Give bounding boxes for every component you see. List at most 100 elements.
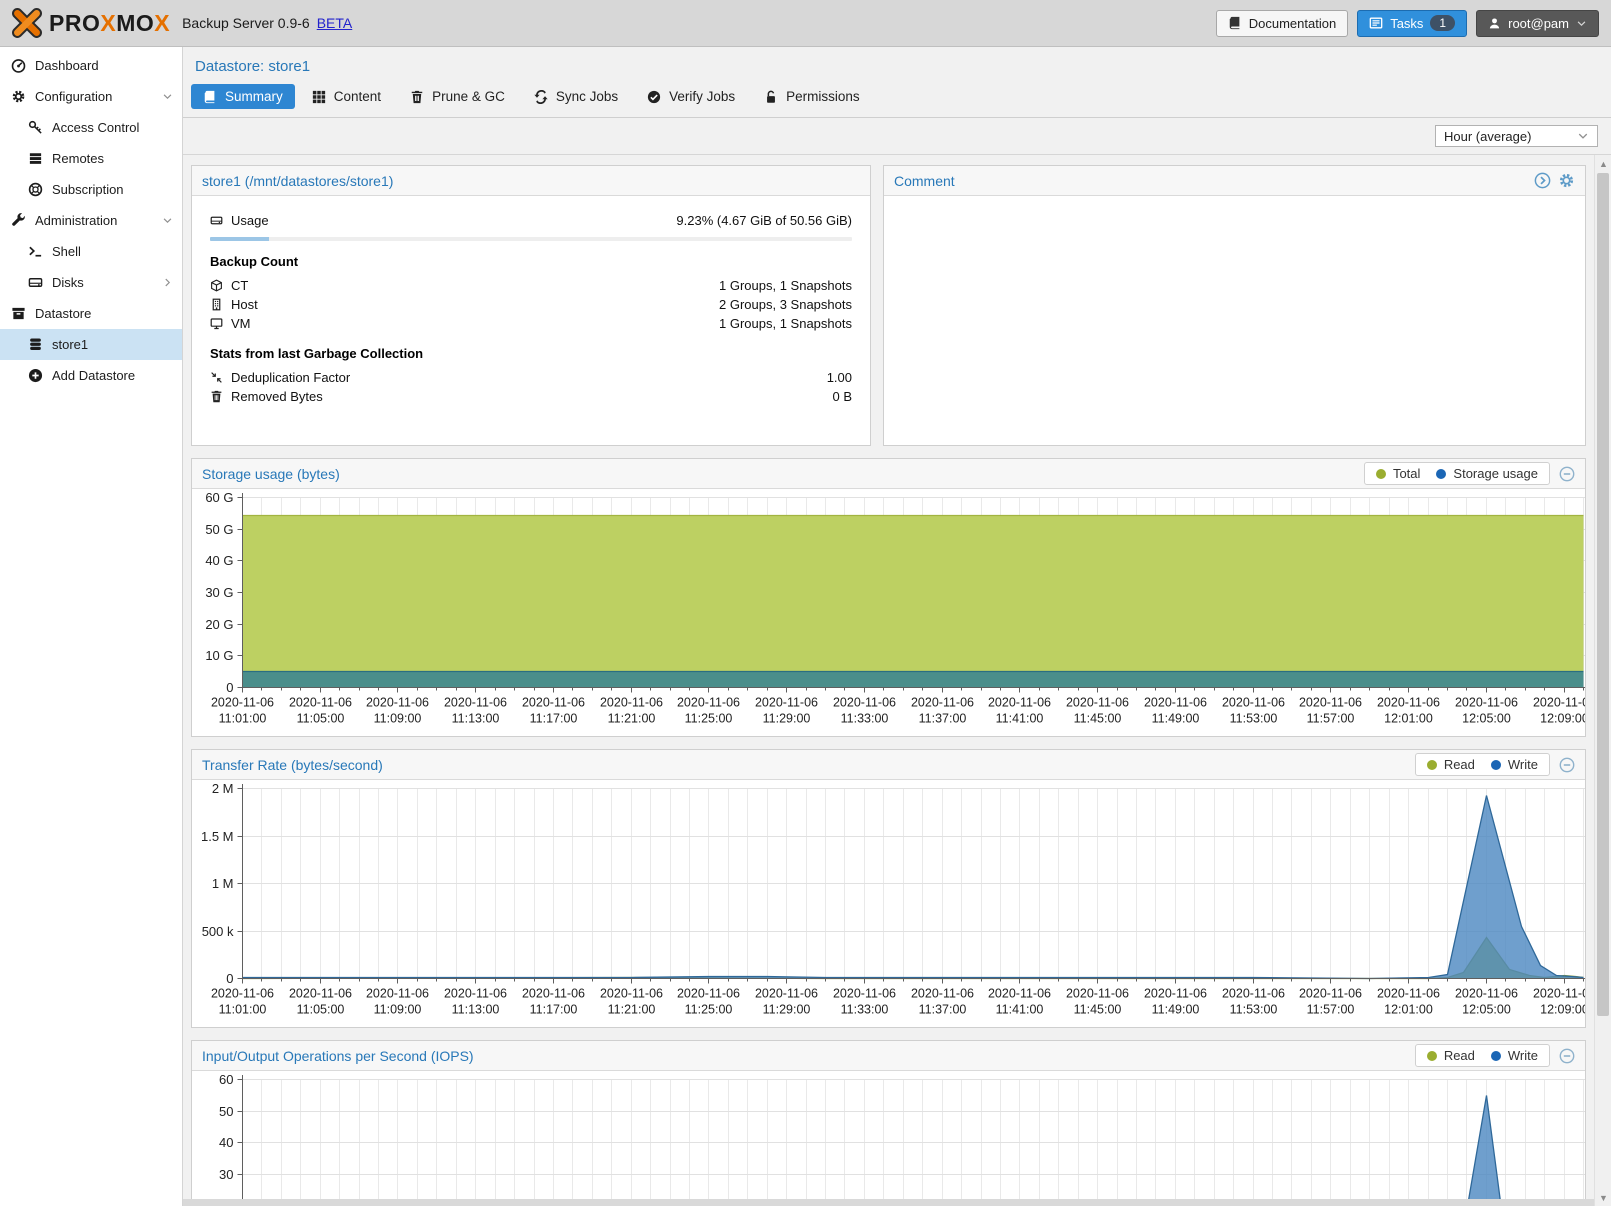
usage-progress-fill xyxy=(210,237,269,241)
legend-label: Write xyxy=(1508,1048,1538,1063)
chevron-down-icon xyxy=(1577,130,1589,142)
sidebar-item-store1[interactable]: store1 xyxy=(0,329,182,360)
stat-row-host: Host2 Groups, 3 Snapshots xyxy=(210,295,852,314)
legend-dot xyxy=(1376,469,1386,479)
circle-chevron-right-icon[interactable] xyxy=(1534,172,1551,189)
compress-icon xyxy=(210,371,223,384)
circle-minus-icon[interactable] xyxy=(1559,466,1575,482)
vertical-scrollbar[interactable]: ▲ ▼ xyxy=(1594,155,1611,1206)
legend-write[interactable]: Write xyxy=(1491,757,1538,772)
scroll-up-arrow[interactable]: ▲ xyxy=(1595,155,1611,172)
svg-text:2020-11-06: 2020-11-06 xyxy=(1299,696,1362,710)
storage-usage-chart-body: 010 G20 G30 G40 G50 G60 G2020-11-0611:01… xyxy=(192,489,1585,736)
transfer-rate-panel: Transfer Rate (bytes/second)ReadWrite050… xyxy=(191,749,1586,1028)
sync-icon xyxy=(534,90,548,104)
chevron-right-icon[interactable] xyxy=(162,277,173,288)
user-menu-button[interactable]: root@pam xyxy=(1476,10,1599,37)
tab-summary[interactable]: Summary xyxy=(191,84,295,109)
sidebar-item-subscription[interactable]: Subscription xyxy=(0,174,182,205)
sidebar-item-label: Administration xyxy=(35,213,117,228)
svg-text:40 G: 40 G xyxy=(205,553,233,568)
gc-stats-heading: Stats from last Garbage Collection xyxy=(210,346,852,361)
svg-text:2020-11-06: 2020-11-06 xyxy=(366,987,429,1001)
time-range-select[interactable]: Hour (average) xyxy=(1435,125,1598,147)
circle-minus-icon[interactable] xyxy=(1559,1048,1575,1064)
tab-content[interactable]: Content xyxy=(300,84,393,109)
gear-icon[interactable] xyxy=(1558,172,1575,189)
tab-prune-gc[interactable]: Prune & GC xyxy=(398,84,517,109)
svg-text:30: 30 xyxy=(219,1167,233,1182)
stat-row-vm: VM1 Groups, 1 Snapshots xyxy=(210,314,852,333)
iops-title: Input/Output Operations per Second (IOPS… xyxy=(202,1048,474,1064)
svg-text:0: 0 xyxy=(226,971,233,986)
svg-text:11:37:00: 11:37:00 xyxy=(919,712,967,726)
svg-text:11:29:00: 11:29:00 xyxy=(763,712,811,726)
sidebar-item-add-datastore[interactable]: Add Datastore xyxy=(0,360,182,391)
usage-label: Usage xyxy=(231,213,269,228)
trash-icon xyxy=(410,90,424,104)
transfer-rate-header: Transfer Rate (bytes/second)ReadWrite xyxy=(192,750,1585,780)
sidebar-item-label: Access Control xyxy=(52,120,139,135)
sidebar-item-label: Add Datastore xyxy=(52,368,135,383)
chevron-down-icon[interactable] xyxy=(162,215,173,226)
sidebar-item-configuration[interactable]: Configuration xyxy=(0,81,182,112)
tasks-button[interactable]: Tasks 1 xyxy=(1357,10,1467,37)
legend-write[interactable]: Write xyxy=(1491,1048,1538,1063)
disks-icon xyxy=(28,275,43,290)
horizontal-scrollbar[interactable] xyxy=(183,1199,1594,1206)
svg-text:2020-11-06: 2020-11-06 xyxy=(289,696,352,710)
sidebar-item-access-control[interactable]: Access Control xyxy=(0,112,182,143)
sidebar-item-administration[interactable]: Administration xyxy=(0,205,182,236)
stat-label: Host xyxy=(231,297,258,312)
svg-text:11:41:00: 11:41:00 xyxy=(996,712,1044,726)
comment-content[interactable] xyxy=(884,196,1585,445)
main-area: Datastore: store1 SummaryContentPrune & … xyxy=(183,47,1611,1206)
scrollbar-thumb[interactable] xyxy=(1597,173,1609,1016)
svg-text:2020-11-06: 2020-11-06 xyxy=(1455,987,1518,1001)
sidebar-item-dashboard[interactable]: Dashboard xyxy=(0,50,182,81)
svg-text:11:37:00: 11:37:00 xyxy=(919,1003,967,1017)
svg-text:11:01:00: 11:01:00 xyxy=(219,1003,267,1017)
legend-read[interactable]: Read xyxy=(1427,1048,1475,1063)
grid-icon xyxy=(312,90,326,104)
legend-read[interactable]: Read xyxy=(1427,757,1475,772)
svg-text:11:21:00: 11:21:00 xyxy=(608,712,656,726)
sidebar-item-disks[interactable]: Disks xyxy=(0,267,182,298)
legend-total[interactable]: Total xyxy=(1376,466,1420,481)
sidebar-item-shell[interactable]: Shell xyxy=(0,236,182,267)
svg-text:11:05:00: 11:05:00 xyxy=(297,1003,345,1017)
tab-permissions[interactable]: Permissions xyxy=(752,84,872,109)
book-icon xyxy=(203,90,217,104)
sidebar-item-label: store1 xyxy=(52,337,88,352)
sidebar-nav: DashboardConfiguration Access Control Remo… xyxy=(0,47,183,1206)
sidebar-item-datastore[interactable]: Datastore xyxy=(0,298,182,329)
svg-text:1 M: 1 M xyxy=(212,876,234,891)
sidebar-item-remotes[interactable]: Remotes xyxy=(0,143,182,174)
sidebar-item-label: Disks xyxy=(52,275,84,290)
svg-text:2020-11-06: 2020-11-06 xyxy=(600,696,663,710)
svg-text:2020-11-06: 2020-11-06 xyxy=(833,696,896,710)
svg-text:1.5 M: 1.5 M xyxy=(201,829,234,844)
scroll-down-arrow[interactable]: ▼ xyxy=(1595,1189,1611,1206)
tab-verify-jobs[interactable]: Verify Jobs xyxy=(635,84,747,109)
shell-icon xyxy=(28,244,43,259)
storage-usage-panel: Storage usage (bytes)TotalStorage usage0… xyxy=(191,458,1586,737)
usage-row: Usage 9.23% (4.67 GiB of 50.56 GiB) xyxy=(210,211,852,230)
trash-icon xyxy=(210,390,223,403)
svg-text:11:05:00: 11:05:00 xyxy=(297,712,345,726)
tab-sync-jobs[interactable]: Sync Jobs xyxy=(522,84,630,109)
stat-row-deduplication-factor: Deduplication Factor1.00 xyxy=(210,368,852,387)
documentation-button[interactable]: Documentation xyxy=(1216,10,1348,37)
storage-usage-chart: 010 G20 G30 G40 G50 G60 G2020-11-0611:01… xyxy=(192,489,1585,733)
chevron-down-icon[interactable] xyxy=(162,91,173,102)
key-icon xyxy=(28,120,43,135)
legend-storage-usage[interactable]: Storage usage xyxy=(1436,466,1538,481)
username-label: root@pam xyxy=(1508,16,1569,31)
circle-minus-icon[interactable] xyxy=(1559,757,1575,773)
chevron-down-icon xyxy=(1576,18,1587,29)
legend-dot xyxy=(1491,760,1501,770)
sidebar-item-label: Shell xyxy=(52,244,81,259)
svg-text:11:09:00: 11:09:00 xyxy=(374,1003,422,1017)
beta-link[interactable]: BETA xyxy=(317,15,353,31)
svg-text:2020-11-06: 2020-11-06 xyxy=(522,987,585,1001)
